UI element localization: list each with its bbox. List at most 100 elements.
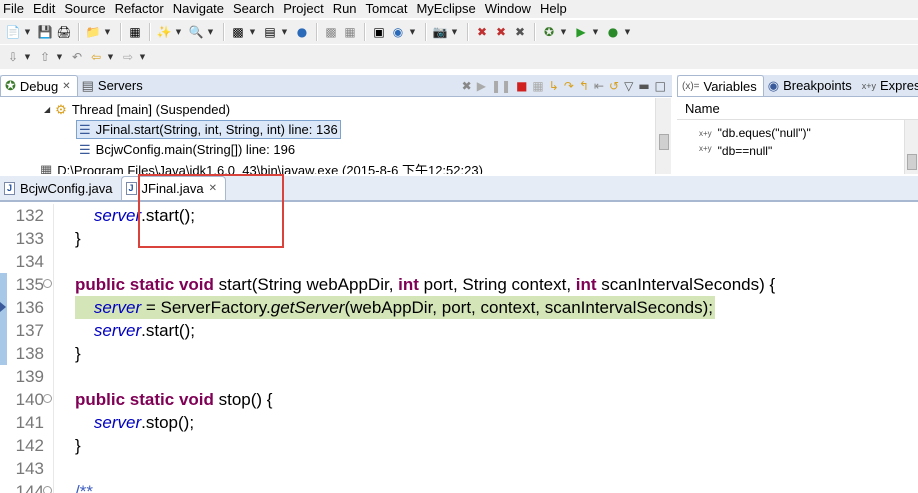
next-annotation-dropdown-icon[interactable]: ▼ bbox=[23, 48, 32, 66]
maximize-icon[interactable]: □ bbox=[655, 79, 666, 93]
code-line[interactable]: 134 bbox=[0, 250, 918, 273]
back-icon[interactable]: ⇦ bbox=[87, 48, 105, 66]
code-line[interactable]: 141 server.stop(); bbox=[0, 411, 918, 434]
menu-navigate[interactable]: Navigate bbox=[170, 0, 230, 18]
deploy-dropdown-icon[interactable]: ▼ bbox=[248, 23, 257, 41]
remove-breakpoints-icon[interactable]: ✖ bbox=[492, 23, 510, 41]
globe-icon[interactable]: ● bbox=[293, 23, 311, 41]
skip-breakpoints-icon[interactable]: ✖ bbox=[473, 23, 491, 41]
fold-icon[interactable] bbox=[43, 486, 52, 493]
tab-servers[interactable]: ▤ Servers bbox=[78, 75, 149, 96]
deploy-icon[interactable]: ▩ bbox=[229, 23, 247, 41]
left-ruler[interactable] bbox=[0, 204, 8, 493]
debug-scrollbar[interactable] bbox=[655, 98, 671, 174]
code-line[interactable]: 138} bbox=[0, 342, 918, 365]
web-browser-dropdown-icon[interactable]: ▼ bbox=[408, 23, 417, 41]
view-menu-icon[interactable]: ▽ bbox=[624, 79, 633, 93]
step-over-icon[interactable]: ↷ bbox=[564, 79, 574, 93]
run-dropdown-icon[interactable]: ▼ bbox=[591, 23, 600, 41]
tab-variables[interactable]: (x)= Variables bbox=[677, 75, 764, 96]
step-return-icon[interactable]: ↰ bbox=[579, 79, 589, 93]
resume-icon[interactable]: ▶ bbox=[477, 79, 486, 93]
wizard-icon[interactable]: ✨ bbox=[155, 23, 173, 41]
scrollbar-thumb[interactable] bbox=[659, 134, 669, 150]
next-annotation-icon[interactable]: ⇩ bbox=[4, 48, 22, 66]
tab-debug[interactable]: ✪ Debug ✕ bbox=[0, 75, 78, 96]
external-tools-icon[interactable]: ● bbox=[604, 23, 622, 41]
external-tools-dropdown-icon[interactable]: ▼ bbox=[623, 23, 632, 41]
server-icon[interactable]: ▤ bbox=[261, 23, 279, 41]
disable-breakpoints-icon[interactable]: ✖ bbox=[511, 23, 529, 41]
search-icon[interactable]: 🔍 bbox=[187, 23, 205, 41]
forward-icon[interactable]: ⇨ bbox=[119, 48, 137, 66]
expression-row[interactable]: x+y "db==null" bbox=[699, 144, 772, 156]
search-dropdown-icon[interactable]: ▼ bbox=[206, 23, 215, 41]
wizard-dropdown-icon[interactable]: ▼ bbox=[174, 23, 183, 41]
code-line[interactable]: 144 /** bbox=[0, 480, 918, 493]
save-icon[interactable]: 💾 bbox=[36, 23, 54, 41]
stack-frame[interactable]: ☰ BcjwConfig.main(String[]) line: 196 bbox=[79, 140, 295, 159]
minimize-icon[interactable]: ▬ bbox=[638, 79, 649, 93]
step-into-icon[interactable]: ↳ bbox=[549, 79, 559, 93]
previous-annotation-dropdown-icon[interactable]: ▼ bbox=[55, 48, 64, 66]
code-line[interactable]: 140 public static void stop() { bbox=[0, 388, 918, 411]
code-line[interactable]: 137 server.start(); bbox=[0, 319, 918, 342]
tab-breakpoints[interactable]: ◉ Breakpoints bbox=[764, 75, 858, 96]
expression-row[interactable]: x+y "db.eques("null")" bbox=[699, 124, 811, 142]
code-line[interactable]: 143 bbox=[0, 457, 918, 480]
back-dropdown-icon[interactable]: ▼ bbox=[106, 48, 115, 66]
remove-terminated-icon[interactable]: ✖ bbox=[462, 79, 472, 93]
scrollbar-thumb[interactable] bbox=[907, 154, 917, 170]
variables-scrollbar[interactable] bbox=[904, 120, 918, 174]
server-dropdown-icon[interactable]: ▼ bbox=[280, 23, 289, 41]
forward-dropdown-icon[interactable]: ▼ bbox=[138, 48, 147, 66]
tab-bcjwconfig[interactable]: J BcjwConfig.java bbox=[0, 176, 121, 200]
debug-icon[interactable]: ✪ bbox=[540, 23, 558, 41]
new-dropdown-icon[interactable]: ▼ bbox=[23, 23, 32, 41]
menu-search[interactable]: Search bbox=[230, 0, 280, 18]
print-icon[interactable]: 🖨 bbox=[55, 23, 73, 41]
stack-frame-selected[interactable]: ☰ JFinal.start(String, int, String, int)… bbox=[76, 120, 341, 139]
process-node[interactable]: ▦ D:\Program Files\Java\jdk1.6.0_43\bin\… bbox=[40, 160, 483, 175]
web-browser-icon[interactable]: ◉ bbox=[389, 23, 407, 41]
previous-annotation-icon[interactable]: ⇧ bbox=[36, 48, 54, 66]
menu-tomcat[interactable]: Tomcat bbox=[363, 0, 414, 18]
menu-edit[interactable]: Edit bbox=[30, 0, 61, 18]
tab-expressions[interactable]: x+y Expres bbox=[858, 75, 918, 96]
debug-dropdown-icon[interactable]: ▼ bbox=[559, 23, 568, 41]
use-step-filters-icon[interactable]: ↺ bbox=[609, 79, 619, 93]
package-icon[interactable]: ▣ bbox=[370, 23, 388, 41]
run-icon[interactable]: ▶ bbox=[572, 23, 590, 41]
menu-project[interactable]: Project bbox=[280, 0, 329, 18]
menu-run[interactable]: Run bbox=[330, 0, 363, 18]
thread-node[interactable]: ◢ ⚙ Thread [main] (Suspended) bbox=[44, 100, 230, 119]
open-type-icon[interactable]: ▩ bbox=[322, 23, 340, 41]
fold-icon[interactable] bbox=[43, 394, 52, 403]
build-icon[interactable]: ▦ bbox=[126, 23, 144, 41]
collapse-icon[interactable]: ◢ bbox=[44, 105, 50, 114]
open-task-icon[interactable]: ▦ bbox=[341, 23, 359, 41]
code-line[interactable]: 142} bbox=[0, 434, 918, 457]
code-line[interactable]: 135 public static void start(String webAp… bbox=[0, 273, 918, 296]
suspend-icon[interactable]: ❚❚ bbox=[491, 79, 511, 93]
drop-to-frame-icon[interactable]: ⇤ bbox=[594, 79, 604, 93]
menu-file[interactable]: File bbox=[0, 0, 30, 18]
camera-dropdown-icon[interactable]: ▼ bbox=[450, 23, 459, 41]
terminate-icon[interactable]: ■ bbox=[516, 79, 527, 93]
code-line[interactable]: 139 bbox=[0, 365, 918, 388]
new-project-dropdown-icon[interactable]: ▼ bbox=[103, 23, 112, 41]
menu-myeclipse[interactable]: MyEclipse bbox=[413, 0, 481, 18]
last-edit-icon[interactable]: ↶ bbox=[68, 48, 86, 66]
code-line[interactable]: 136 server = ServerFactory.getServer(web… bbox=[0, 296, 918, 319]
disconnect-icon[interactable]: ▦ bbox=[532, 79, 543, 93]
new-icon[interactable]: 📄 bbox=[4, 23, 22, 41]
camera-icon[interactable]: 📷 bbox=[431, 23, 449, 41]
close-icon[interactable]: ✕ bbox=[62, 81, 70, 92]
fold-icon[interactable] bbox=[43, 279, 52, 288]
menu-help[interactable]: Help bbox=[537, 0, 573, 18]
new-project-icon[interactable]: 📁 bbox=[84, 23, 102, 41]
menu-refactor[interactable]: Refactor bbox=[112, 0, 170, 18]
menu-window[interactable]: Window bbox=[482, 0, 537, 18]
menu-source[interactable]: Source bbox=[61, 0, 111, 18]
variables-column-header[interactable]: Name bbox=[677, 98, 918, 120]
